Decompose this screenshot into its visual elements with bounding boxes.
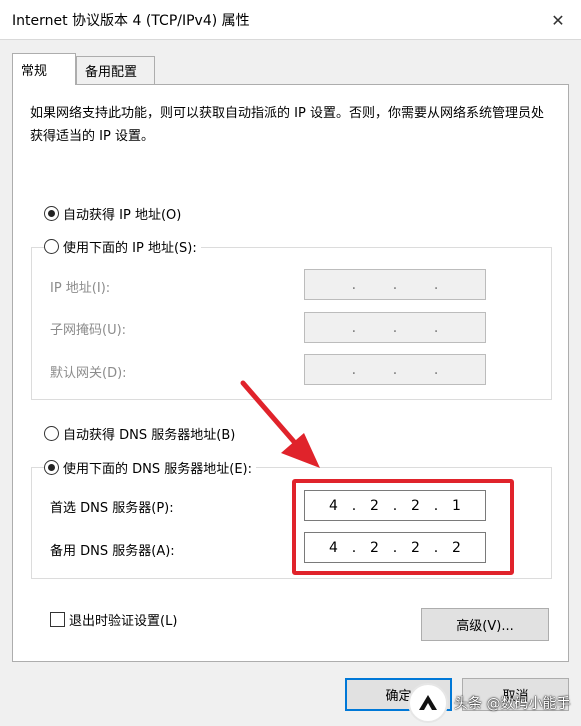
watermark-text: 头条 @数码小能手 [454, 696, 571, 712]
watermark-logo-icon [408, 683, 448, 723]
annotation-arrow-icon [240, 380, 320, 468]
watermark: 头条 @数码小能手 [408, 680, 581, 726]
